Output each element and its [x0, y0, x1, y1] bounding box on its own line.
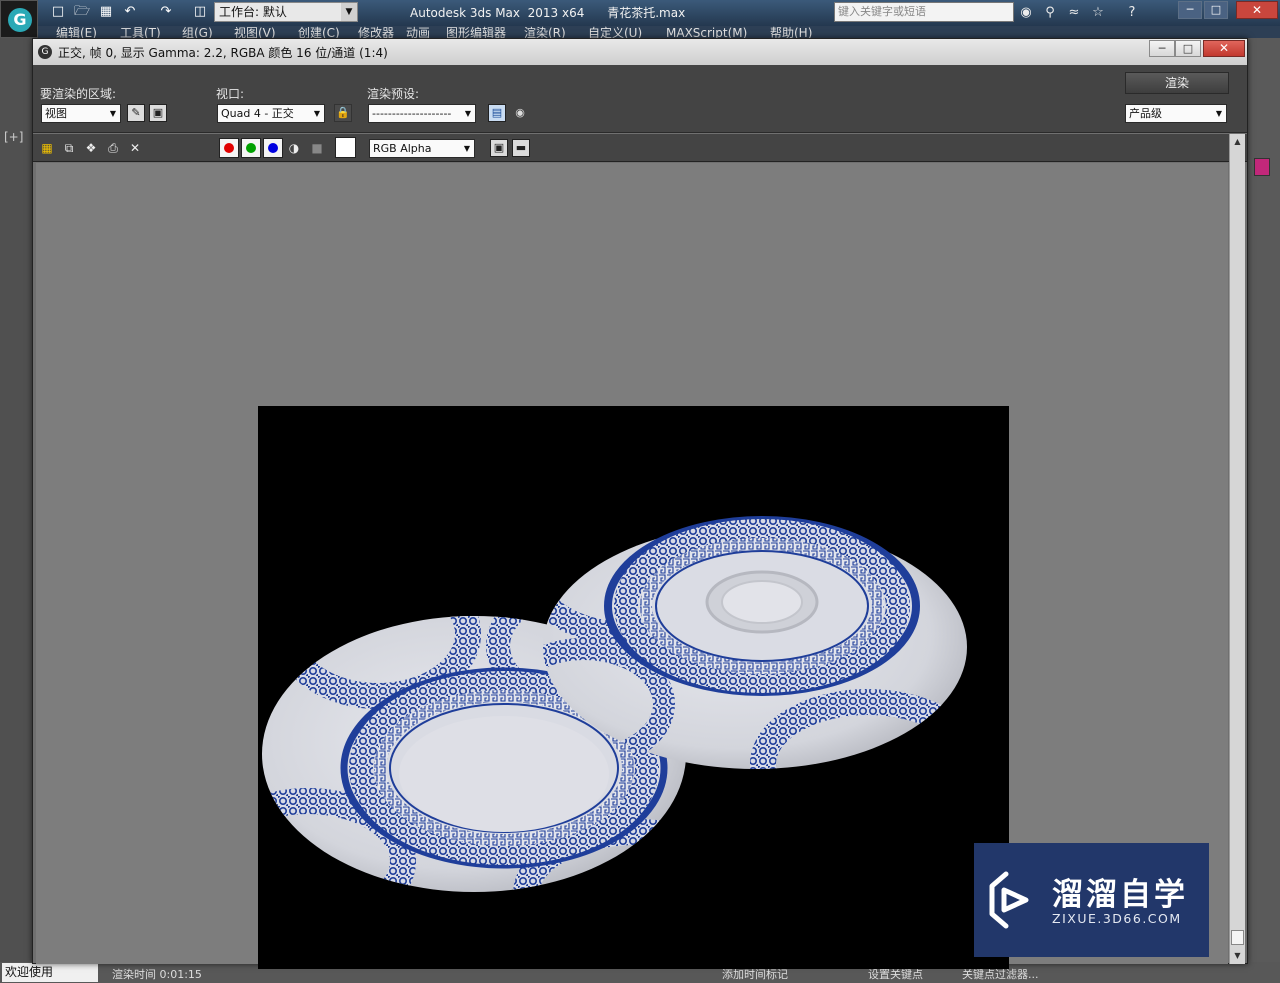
area-to-render-select[interactable]: 视图 ▼ [41, 104, 121, 123]
menu-group[interactable]: 组(G) [182, 26, 213, 38]
lock-icon[interactable]: 🔒 [334, 104, 352, 122]
red-channel-icon [224, 143, 234, 153]
menu-graph-editors[interactable]: 图形编辑器 [446, 26, 506, 38]
search-input[interactable]: 键入关键字或短语 [834, 2, 1014, 22]
app-title: Autodesk 3ds Max 2013 x64 青花茶托.max [410, 6, 686, 20]
viewport-label: 视口: [216, 87, 245, 101]
play-logo-icon [989, 871, 1029, 929]
project-folder-icon[interactable]: ◫ [190, 3, 210, 21]
command-panel [1246, 38, 1280, 968]
help-icon[interactable]: ? [1122, 3, 1142, 22]
save-icon[interactable]: ▦ [96, 3, 116, 21]
green-channel-toggle[interactable] [241, 138, 261, 158]
render-time-text: 渲染时间 0:01:15 [112, 968, 202, 981]
display-channel-select[interactable]: RGB Alpha ▼ [369, 139, 475, 158]
render-window-titlebar[interactable]: G 正交, 帧 0, 显示 Gamma: 2.2, RGBA 颜色 16 位/通… [33, 39, 1247, 65]
render-frame-window: G 正交, 帧 0, 显示 Gamma: 2.2, RGBA 颜色 16 位/通… [32, 38, 1248, 969]
render-preset-label: 渲染预设: [367, 87, 420, 101]
chevron-down-icon: ▼ [341, 3, 357, 21]
blue-channel-toggle[interactable] [263, 138, 283, 158]
toggle-ui-icon[interactable]: ▬ [512, 139, 530, 157]
minimize-button[interactable]: ─ [1149, 40, 1175, 57]
blue-channel-icon [268, 143, 278, 153]
maximize-button[interactable]: □ [1204, 1, 1228, 19]
vertical-scrollbar[interactable]: ▲ ▼ [1229, 134, 1245, 964]
watermark-url: ZIXUE.3D66.COM [1052, 911, 1182, 926]
key-icon[interactable]: ⚲ [1040, 3, 1060, 22]
workspace-select[interactable]: 工作台: 默认 ▼ [214, 2, 358, 22]
redo-icon[interactable]: ↷ [156, 3, 176, 21]
alpha-icon[interactable]: ◑ [286, 140, 302, 156]
print-icon[interactable]: ⎙ [105, 140, 121, 156]
scroll-up-icon[interactable]: ▲ [1230, 134, 1245, 149]
render-window-title: 正交, 帧 0, 显示 Gamma: 2.2, RGBA 颜色 16 位/通道 … [58, 46, 388, 60]
star-icon[interactable]: ☆ [1088, 3, 1108, 22]
render-setup-icon[interactable]: ▤ [488, 104, 506, 122]
object-color-swatch[interactable] [1254, 158, 1270, 176]
render-preset-select[interactable]: -------------------- ▼ [368, 104, 476, 123]
area-to-render-label: 要渲染的区域: [40, 87, 117, 101]
scroll-down-icon[interactable]: ▼ [1230, 948, 1245, 963]
close-button[interactable]: ✕ [1236, 1, 1278, 19]
display-channel-value: RGB Alpha [373, 142, 432, 155]
menu-rendering[interactable]: 渲染(R) [524, 26, 566, 38]
menu-views[interactable]: 视图(V) [234, 26, 276, 38]
maxscript-listener[interactable]: 欢迎使用 [2, 963, 98, 982]
edit-region-icon[interactable]: ✎ [127, 104, 145, 122]
viewport-select[interactable]: Quad 4 - 正交 ▼ [217, 104, 325, 123]
render-settings-panel: 要渲染的区域: 视图 ▼ ✎ ▣ 视口: Quad 4 - 正交 ▼ 🔒 渲染预… [33, 65, 1247, 133]
chevron-down-icon: ▼ [463, 144, 471, 153]
toggle-ui-overlays-icon[interactable]: ▣ [490, 139, 508, 157]
max-logo-icon: G [38, 45, 52, 59]
chevron-down-icon: ▼ [109, 109, 117, 118]
rendered-image[interactable] [258, 406, 1009, 969]
menu-animation[interactable]: 动画 [406, 26, 430, 38]
copy-image-icon[interactable]: ⧉ [61, 140, 77, 156]
max-logo-icon[interactable]: G [0, 0, 38, 38]
close-button[interactable]: ✕ [1203, 40, 1245, 57]
open-icon[interactable]: 🗁 [72, 3, 92, 21]
viewport-label[interactable]: [+] [4, 130, 23, 144]
render-quality-value: 产品级 [1129, 107, 1162, 120]
minimize-button[interactable]: ─ [1178, 1, 1202, 19]
maximize-button[interactable]: □ [1175, 40, 1201, 57]
environment-effects-icon[interactable]: ◉ [511, 104, 529, 122]
main-toolbar-left [0, 38, 34, 968]
chevron-down-icon: ▼ [313, 109, 321, 118]
workspace-value: 工作台: 默认 [219, 5, 287, 19]
undo-icon[interactable]: ↶ [120, 3, 140, 21]
render-quality-select[interactable]: 产品级 ▼ [1125, 104, 1227, 123]
area-to-render-value: 视图 [45, 107, 67, 120]
red-channel-toggle[interactable] [219, 138, 239, 158]
auto-region-icon[interactable]: ▣ [149, 104, 167, 122]
scroll-thumb[interactable] [1231, 930, 1244, 945]
render-preset-value: -------------------- [372, 107, 452, 120]
menu-bar: 编辑(E) 工具(T) 组(G) 视图(V) 创建(C) 修改器 动画 图形编辑… [38, 26, 1280, 38]
background-color-swatch[interactable] [335, 137, 356, 158]
monochrome-icon[interactable]: ■ [309, 140, 325, 156]
menu-maxscript[interactable]: MAXScript(M) [666, 26, 747, 38]
clone-window-icon[interactable]: ❖ [83, 140, 99, 156]
menu-modifiers[interactable]: 修改器 [358, 26, 394, 38]
watermark-title: 溜溜自学 [1052, 877, 1188, 913]
menu-customize[interactable]: 自定义(U) [588, 26, 642, 38]
chevron-down-icon: ▼ [1215, 109, 1223, 118]
menu-edit[interactable]: 编辑(E) [56, 26, 97, 38]
viewport-value: Quad 4 - 正交 [221, 107, 294, 120]
menu-help[interactable]: 帮助(H) [770, 26, 812, 38]
render-image-toolbar: ▦ ⧉ ❖ ⎙ ✕ ◑ ■ RGB Alpha ▼ ▣ ▬ [33, 134, 1247, 162]
binoculars-icon[interactable]: ◉ [1016, 3, 1036, 22]
chevron-down-icon: ▼ [464, 109, 472, 118]
menu-create[interactable]: 创建(C) [298, 26, 340, 38]
save-image-icon[interactable]: ▦ [39, 140, 55, 156]
render-button[interactable]: 渲染 [1125, 72, 1229, 94]
clear-icon[interactable]: ✕ [127, 140, 143, 156]
menu-tools[interactable]: 工具(T) [120, 26, 161, 38]
green-channel-icon [246, 143, 256, 153]
watermark: 溜溜自学 ZIXUE.3D66.COM [974, 843, 1209, 957]
communication-icon[interactable]: ≈ [1064, 3, 1084, 22]
new-icon[interactable]: □ [48, 3, 68, 21]
